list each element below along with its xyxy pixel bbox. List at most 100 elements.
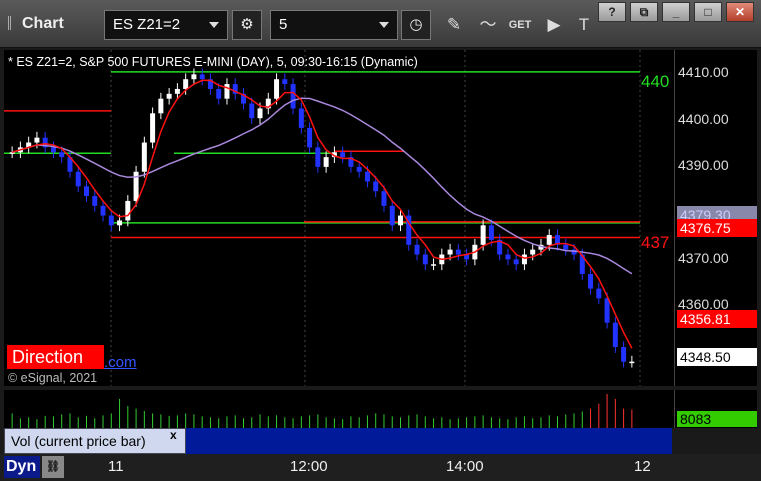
settings-gear-icon[interactable]: ⚙ <box>232 10 262 40</box>
candle-body <box>224 84 230 99</box>
close-button[interactable]: ✕ <box>726 2 754 22</box>
candle-body <box>290 84 296 109</box>
candle-body <box>505 254 511 260</box>
price-chart-svg <box>4 50 641 386</box>
volume-study-label[interactable]: Vol (current price bar) <box>4 428 186 454</box>
restore-button[interactable]: ⧉ <box>630 2 658 22</box>
volume-svg <box>11 394 633 428</box>
candle-body <box>75 171 81 187</box>
clock-icon[interactable]: ◷ <box>401 10 431 40</box>
candle-body <box>488 225 494 240</box>
lock-icon[interactable]: ⛓ <box>42 456 64 478</box>
candle-body <box>612 322 618 348</box>
candle-body <box>315 147 321 167</box>
price-axis-label: 4390.00 <box>678 157 729 173</box>
candle-body <box>249 103 255 119</box>
candle-body <box>546 235 552 245</box>
chevron-down-icon[interactable] <box>379 22 389 28</box>
candle-body <box>108 215 114 226</box>
direction-badge[interactable]: Direction <box>7 345 104 369</box>
app-title-text: Chart <box>22 15 64 32</box>
candle-body <box>298 108 304 128</box>
direction-link[interactable]: .com <box>104 354 137 371</box>
time-label: 12:00 <box>290 458 328 475</box>
candle-body <box>59 152 65 158</box>
candle-body <box>596 288 602 299</box>
chevron-down-icon[interactable] <box>209 22 219 28</box>
candle-body <box>389 205 395 226</box>
dynamic-button[interactable]: Dyn <box>4 456 40 478</box>
candle-body <box>282 79 288 85</box>
close-study-icon[interactable]: x <box>170 428 177 442</box>
candle-body <box>604 298 610 323</box>
drag-grip-icon[interactable] <box>8 16 18 30</box>
help-button[interactable]: ? <box>598 2 626 22</box>
candle-body <box>84 186 89 197</box>
candle-body <box>422 254 428 265</box>
candle-body <box>588 274 594 289</box>
candle-body <box>125 200 131 221</box>
candle-body <box>530 249 536 255</box>
candle-body <box>307 127 313 148</box>
candle-body <box>183 79 189 89</box>
interval-value: 5 <box>279 16 288 33</box>
chart-header: * ES Z21=2, S&P 500 FUTURES E-MINI (DAY)… <box>8 55 418 69</box>
maximize-button[interactable]: □ <box>694 2 722 22</box>
price-axis-label: 4410.00 <box>678 64 729 80</box>
time-label: 14:00 <box>446 458 484 475</box>
copyright-text: © eSignal, 2021 <box>8 371 98 385</box>
get-data-label: GET <box>508 19 532 31</box>
candle-body <box>92 196 98 206</box>
minimize-button[interactable]: _ <box>662 2 690 22</box>
candle-body <box>274 79 280 99</box>
candle-body <box>340 152 346 158</box>
candle-body <box>563 244 569 250</box>
red-level-price-tag: 4376.75 <box>677 219 757 237</box>
study-bar <box>186 428 672 454</box>
candle-body <box>199 74 205 80</box>
candle-body <box>150 113 156 143</box>
volume-value-tag: 8083 <box>677 411 757 427</box>
candle-body <box>373 181 379 192</box>
candle-body <box>480 225 486 245</box>
red-level-label: 437 <box>641 233 670 252</box>
time-label: 12 <box>634 458 651 475</box>
price-chart[interactable] <box>4 50 674 386</box>
candle-body <box>356 166 362 172</box>
candle-body <box>323 157 329 167</box>
candle-body <box>100 205 106 216</box>
price-axis-label: 4400.00 <box>678 111 729 127</box>
app-title: Chart <box>8 15 64 33</box>
interval-input[interactable]: 5 <box>270 10 398 40</box>
time-label: 11 <box>108 458 124 475</box>
last-price-tag: 4348.50 <box>677 348 757 366</box>
candle-body <box>455 249 461 255</box>
get-data-icon[interactable]: GET <box>506 12 534 38</box>
candle-body <box>621 347 627 362</box>
play-icon[interactable]: ▶ <box>540 12 568 38</box>
candle-body <box>521 254 527 265</box>
candle-body <box>166 93 172 99</box>
candle-body <box>141 142 147 172</box>
candle-body <box>216 88 222 99</box>
title-bar: Chart ES Z21=2 ⚙ 5 ◷ ✎ 〜 GET ▶ T ? ⧉ _ □… <box>0 0 761 48</box>
candle-body <box>364 171 370 182</box>
candle-body <box>629 361 635 364</box>
price-axis-label: 4370.00 <box>678 250 729 266</box>
candle-body <box>174 88 180 94</box>
ema-price-tag: 4356.81 <box>677 310 757 328</box>
candle-body <box>34 137 40 143</box>
candle-body <box>158 98 164 114</box>
text-tool-icon[interactable]: T <box>570 12 598 38</box>
candle-body <box>117 220 123 226</box>
candle-body <box>257 108 263 119</box>
volume-pane[interactable] <box>4 390 674 428</box>
candle-body <box>398 215 403 226</box>
candle-body <box>431 264 437 266</box>
candle-body <box>447 249 453 255</box>
symbol-input[interactable]: ES Z21=2 <box>104 10 228 40</box>
pencil-draw-icon[interactable]: ✎ <box>440 12 468 38</box>
green-level-label: 440 <box>641 72 670 91</box>
candle-body <box>414 244 420 255</box>
study-wave-icon[interactable]: 〜 <box>474 12 502 38</box>
